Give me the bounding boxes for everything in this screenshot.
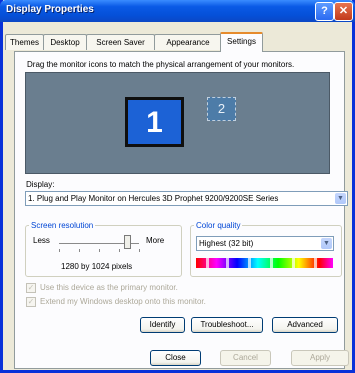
tab-screen-saver[interactable]: Screen Saver [86, 34, 155, 50]
resolution-less-label: Less [33, 236, 50, 245]
slider-tick [79, 249, 80, 252]
slider-tick [99, 249, 100, 252]
resolution-value: 1280 by 1024 pixels [61, 262, 133, 271]
extend-desktop-checkbox[interactable]: ✓ [26, 297, 36, 307]
color-spectrum-bar [196, 258, 333, 268]
resolution-more-label: More [146, 236, 165, 245]
tab-appearance[interactable]: Appearance [154, 34, 222, 50]
instruction-text: Drag the monitor icons to match the phys… [27, 60, 295, 69]
slider-tick [119, 249, 120, 252]
display-label: Display: [26, 180, 55, 189]
color-quality-select[interactable]: Highest (32 bit) ▼ [196, 236, 334, 251]
extend-desktop-label: Extend my Windows desktop onto this moni… [40, 297, 206, 306]
primary-monitor-label: Use this device as the primary monitor. [40, 283, 178, 292]
tab-settings[interactable]: Settings [220, 32, 263, 52]
display-select-value: 1. Plug and Play Monitor on Hercules 3D … [28, 194, 279, 203]
screen-resolution-title: Screen resolution [29, 221, 96, 230]
chevron-down-icon[interactable]: ▼ [321, 238, 332, 249]
primary-monitor-checkbox[interactable]: ✓ [26, 283, 36, 293]
monitor-1-icon[interactable]: 1 [125, 97, 184, 147]
display-select[interactable]: 1. Plug and Play Monitor on Hercules 3D … [25, 191, 348, 206]
close-icon[interactable]: ✕ [334, 2, 353, 21]
color-quality-title: Color quality [194, 221, 243, 230]
slider-tick [139, 249, 140, 252]
monitor-2-icon[interactable]: 2 [207, 97, 236, 121]
identify-button[interactable]: Identify [140, 317, 185, 333]
window-title: Display Properties [6, 4, 94, 15]
chevron-down-icon[interactable]: ▼ [335, 193, 346, 204]
advanced-button[interactable]: Advanced [272, 317, 338, 333]
resolution-slider-thumb[interactable] [124, 235, 131, 249]
tab-themes[interactable]: Themes [5, 34, 44, 50]
troubleshoot-button[interactable]: Troubleshoot... [191, 317, 263, 333]
slider-tick [59, 249, 60, 252]
color-quality-value: Highest (32 bit) [199, 239, 254, 248]
color-quality-group [190, 225, 342, 277]
apply-button[interactable]: Apply [291, 350, 349, 366]
close-button[interactable]: Close [150, 350, 201, 366]
cancel-button[interactable]: Cancel [220, 350, 271, 366]
tab-desktop[interactable]: Desktop [43, 34, 87, 50]
title-bar[interactable]: Display Properties ? ✕ [0, 0, 355, 22]
help-icon[interactable]: ? [315, 2, 334, 21]
